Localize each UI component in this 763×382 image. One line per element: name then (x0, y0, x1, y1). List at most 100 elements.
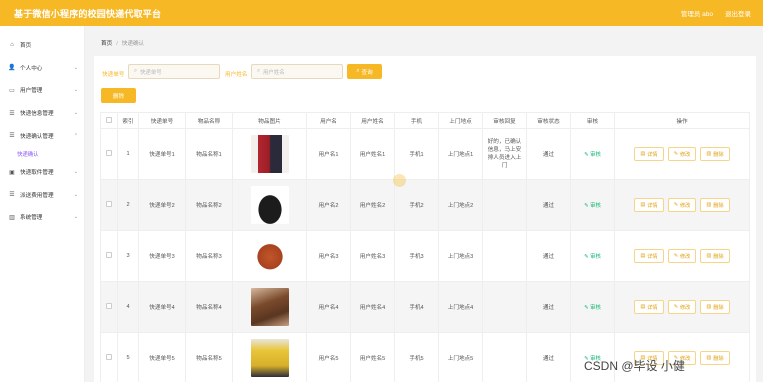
edit-button[interactable]: ✎ 修改 (667, 249, 697, 263)
detail-button[interactable]: ▤ 详情 (634, 300, 664, 314)
select-all-checkbox[interactable] (106, 116, 112, 123)
row-select-cell[interactable] (100, 230, 118, 282)
item-image-yellow-shirt (250, 339, 289, 377)
cell-express-no: 快递单号5 (138, 332, 186, 382)
cell-item-name: 物品名称4 (185, 281, 233, 333)
detail-icon: ▤ (640, 304, 646, 310)
sidebar-item-express-confirm[interactable]: ☰ 快递确认管理 ⌃ (0, 124, 84, 147)
approve-label: 审核 (590, 305, 601, 311)
cell-item-image (232, 332, 307, 382)
user-name-input[interactable]: ⌕ 用户姓名 (251, 64, 343, 79)
detail-icon: ▤ (640, 202, 646, 208)
header-cell: 物品图片 (232, 112, 307, 129)
row-delete-label: 删除 (713, 355, 724, 362)
cell-review-status: 通过 (526, 332, 571, 382)
chevron-down-icon: ⌄ (73, 191, 78, 198)
cell-username: 用户名3 (306, 230, 351, 282)
sidebar-item-system[interactable]: ▥ 系统管理 ⌄ (0, 206, 84, 229)
sidebar-item-delivery-fee[interactable]: ☰ 派送费用管理 ⌄ (0, 184, 84, 207)
cell-phone: 手机4 (394, 281, 439, 333)
row-select-cell[interactable] (100, 179, 118, 231)
cell-username: 用户名2 (306, 179, 351, 231)
header-cell: 用户名 (306, 112, 351, 129)
sidebar-item-label: 首页 (20, 43, 32, 50)
cell-express-no: 快递单号2 (138, 179, 186, 231)
header-cell: 审核回复 (482, 112, 527, 129)
cell-item-image (232, 230, 307, 282)
search-button-label: 查询 (361, 69, 373, 76)
detail-button[interactable]: ▤ 详情 (634, 147, 664, 161)
cell-review-status: 通过 (526, 281, 571, 333)
edit-button[interactable]: ✎ 修改 (667, 300, 697, 314)
edit-icon: ✎ (584, 203, 589, 209)
cell-review-reply: 好的，已确认信息，马上安排人员进入上门 (482, 128, 527, 180)
cell-phone: 手机5 (394, 332, 439, 382)
sidebar-item-label: 快递取件管理 (20, 170, 54, 177)
cell-item-name: 物品名称1 (185, 128, 233, 180)
cell-actions: ▤ 详情 ✎ 修改 ▥ 删除 (614, 230, 750, 282)
row-checkbox[interactable] (106, 150, 112, 156)
approve-link[interactable]: ✎ 审核 (584, 152, 601, 158)
cell-approve: ✎ 审核 (570, 179, 615, 231)
delete-button[interactable]: 删除 (101, 88, 136, 103)
cell-address: 上门地点1 (438, 128, 483, 180)
sidebar-item-express-info[interactable]: ☰ 快递信息管理 ⌄ (0, 102, 84, 125)
cell-index: 5 (117, 332, 139, 382)
table-row: 3 快递单号3 物品名称3 用户名3 用户姓名3 手机3 上门地点3 通过 ✎ 审核 ▤ 详情 ✎ 修改… (100, 230, 750, 282)
approve-link[interactable]: ✎ 审核 (584, 254, 601, 260)
cursor-highlight (393, 174, 406, 187)
cell-index: 4 (117, 281, 139, 333)
row-delete-button[interactable]: ▥ 删除 (700, 351, 730, 365)
row-delete-button[interactable]: ▥ 删除 (700, 198, 730, 212)
delete-button-label: 删除 (112, 93, 125, 100)
item-image-basketball (250, 237, 289, 275)
edit-button[interactable]: ✎ 修改 (667, 147, 697, 161)
approve-link[interactable]: ✎ 审核 (584, 305, 601, 311)
edit-icon: ✎ (673, 202, 678, 208)
cell-actions: ▤ 详情 ✎ 修改 ▥ 删除 (614, 179, 750, 231)
header-select-all[interactable] (100, 112, 118, 129)
edit-button[interactable]: ✎ 修改 (667, 198, 697, 212)
cell-item-name: 物品名称5 (185, 332, 233, 382)
detail-label: 详情 (647, 253, 658, 260)
sidebar-item-home[interactable]: ⌂ 首页 (0, 34, 84, 57)
sidebar: ⌂ 首页 👤 个人中心 ⌄ ▭ 用户管理 ⌄ ☰ 快递信息管理 ⌄ ☰ 快递确认… (0, 26, 85, 382)
row-checkbox[interactable] (106, 201, 112, 207)
row-checkbox[interactable] (106, 354, 112, 360)
cell-item-image (232, 179, 307, 231)
sidebar-subitem-express-confirm[interactable]: 快递确认 (0, 147, 84, 161)
detail-icon: ▤ (640, 151, 646, 157)
detail-button[interactable]: ▤ 详情 (634, 249, 664, 263)
admin-label[interactable]: 管理员 abo (681, 8, 713, 18)
cell-express-no: 快递单号1 (138, 128, 186, 180)
row-select-cell[interactable] (100, 281, 118, 333)
sidebar-item-express-pickup[interactable]: ▣ 快递取件管理 ⌄ (0, 161, 84, 184)
logout-link[interactable]: 退出登录 (725, 8, 751, 18)
sidebar-item-label: 个人中心 (20, 65, 43, 72)
detail-label: 详情 (647, 151, 658, 158)
row-delete-button[interactable]: ▥ 删除 (700, 300, 730, 314)
row-delete-button[interactable]: ▥ 删除 (700, 249, 730, 263)
row-checkbox[interactable] (106, 252, 112, 258)
row-select-cell[interactable] (100, 128, 118, 180)
cell-review-status: 通过 (526, 128, 571, 180)
row-select-cell[interactable] (100, 332, 118, 382)
user-icon: 👤 (8, 65, 16, 72)
header-cell: 审核状态 (526, 112, 571, 129)
cell-username: 用户名5 (306, 332, 351, 382)
table-row: 2 快递单号2 物品名称2 用户名2 用户姓名2 手机2 上门地点2 通过 ✎ 审核 ▤ 详情 ✎ 修改… (100, 179, 750, 231)
sidebar-item-users[interactable]: ▭ 用户管理 ⌄ (0, 79, 84, 102)
breadcrumb-home[interactable]: 首页 (101, 41, 112, 47)
row-checkbox[interactable] (106, 303, 112, 309)
cell-phone: 手机3 (394, 230, 439, 282)
cell-index: 2 (117, 179, 139, 231)
row-delete-button[interactable]: ▥ 删除 (700, 147, 730, 161)
detail-button[interactable]: ▤ 详情 (634, 198, 664, 212)
search-button[interactable]: ⌕ 查询 (347, 64, 382, 79)
express-no-input[interactable]: ⌕ 快递单号 (128, 64, 220, 79)
sidebar-item-profile[interactable]: 👤 个人中心 ⌄ (0, 57, 84, 80)
table-header-row: 索引 快递单号 物品名称 物品图片 用户名 用户姓名 手机 上门地点 审核回复 … (100, 112, 750, 129)
approve-link[interactable]: ✎ 审核 (584, 203, 601, 209)
table-row: 1 快递单号1 物品名称1 用户名1 用户姓名1 手机1 上门地点1 好的，已确认信息，马上安… (100, 128, 750, 180)
breadcrumb: 首页 / 快递确认 (101, 39, 144, 47)
